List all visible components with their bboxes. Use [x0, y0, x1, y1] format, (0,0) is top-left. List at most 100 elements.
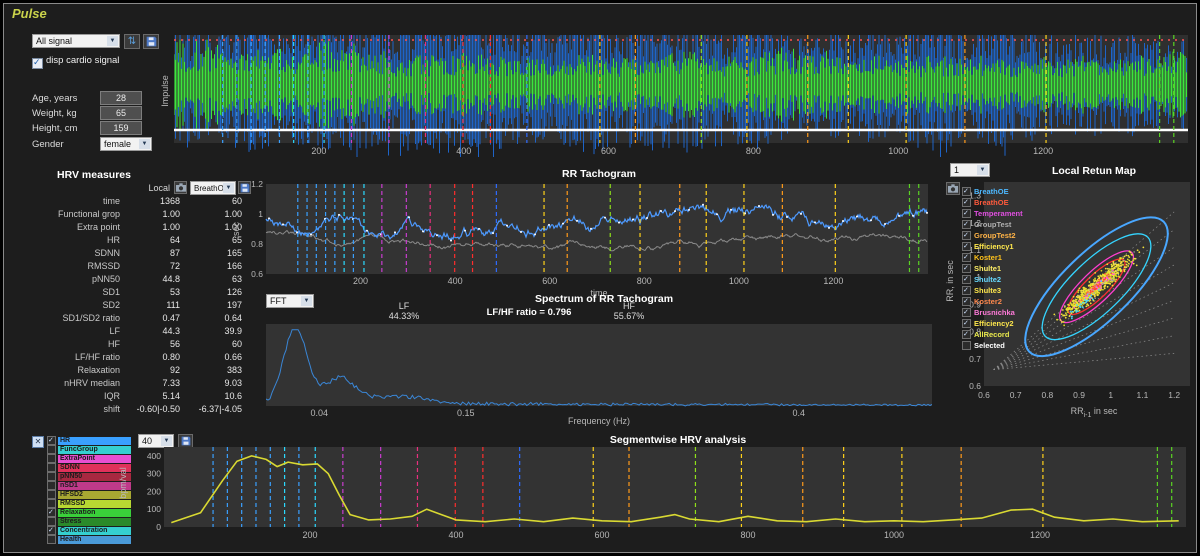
hrv-row-label: SD2 — [14, 300, 120, 313]
svg-text:0.8: 0.8 — [251, 239, 263, 249]
legend-checkbox[interactable] — [47, 535, 56, 544]
lf-value: 44.33% — [364, 311, 444, 321]
returnmap-legend-item[interactable]: Koster2 — [962, 296, 1052, 307]
returnmap-select[interactable]: 1 ▼ — [950, 163, 990, 177]
segment-legend-item[interactable]: HR — [47, 436, 131, 445]
returnmap-legend-item[interactable]: Brusnichka — [962, 307, 1052, 318]
height-field[interactable]: 159 — [100, 121, 142, 135]
returnmap-legend-item[interactable]: Efficiency2 — [962, 318, 1052, 329]
returnmap-legend: BreathOE BreathOE Temperament GroupTest … — [962, 186, 1052, 351]
spectrum-method-select[interactable]: FFT ▼ — [266, 294, 314, 308]
legend-checkbox[interactable] — [47, 499, 56, 508]
legend-label: RMSSD — [60, 500, 85, 507]
hrv-row: nHRV median 7.33 9.03 — [14, 378, 252, 391]
hrv-row-compare-value: 60 — [180, 339, 246, 352]
weight-field[interactable]: 65 — [100, 106, 142, 120]
hrv-row-label: SD1/SD2 ratio — [14, 313, 120, 326]
legend-checkbox[interactable] — [962, 330, 971, 339]
age-field[interactable]: 28 — [100, 91, 142, 105]
up-down-arrows-icon: ⇅ — [128, 37, 136, 47]
segment-legend-item[interactable]: Stress — [47, 517, 131, 526]
gender-select[interactable]: female ▼ — [100, 137, 152, 151]
legend-checkbox[interactable] — [47, 463, 56, 472]
hrv-row: time 1368 60 — [14, 196, 252, 209]
hrv-row: SDNN 87 165 — [14, 248, 252, 261]
returnmap-legend-item[interactable]: Koster1 — [962, 252, 1052, 263]
legend-checkbox[interactable] — [962, 231, 971, 240]
hrv-row-label: SDNN — [14, 248, 120, 261]
weight-label: Weight, kg — [32, 108, 77, 119]
legend-checkbox[interactable] — [962, 286, 971, 295]
segment-legend-item[interactable]: FuncGroup — [47, 445, 131, 454]
hrv-row-label: Extra point — [14, 222, 120, 235]
chevron-down-icon: ▼ — [107, 36, 118, 46]
svg-text:0.7: 0.7 — [1010, 390, 1022, 400]
returnmap-legend-item[interactable]: Shulte3 — [962, 285, 1052, 296]
save-signal-button[interactable] — [143, 34, 159, 49]
returnmap-legend-item[interactable]: Temperament — [962, 208, 1052, 219]
svg-text:0.7: 0.7 — [969, 354, 981, 364]
legend-label: Stress — [60, 518, 81, 525]
legend-checkbox[interactable] — [47, 517, 56, 526]
hrv-row: shift -0.60|-0.50 -6.37|-4.05 — [14, 404, 252, 417]
legend-checkbox[interactable] — [962, 198, 971, 207]
hrv-row-compare-value: 383 — [180, 365, 246, 378]
legend-checkbox[interactable] — [47, 508, 56, 517]
segment-master-checkbox[interactable]: ✕ — [32, 436, 44, 448]
legend-color-bar: HR — [58, 437, 131, 445]
returnmap-legend-item[interactable]: Efficiency1 — [962, 241, 1052, 252]
legend-checkbox[interactable] — [47, 526, 56, 535]
legend-checkbox[interactable] — [47, 472, 56, 481]
legend-checkbox[interactable] — [962, 275, 971, 284]
hrv-row-label: LF/HF ratio — [14, 352, 120, 365]
legend-checkbox[interactable] — [962, 308, 971, 317]
pulse-window: Pulse All signal ▼ ⇅ disp cardio signal … — [3, 3, 1197, 553]
hrv-row: Extra point 1.00 1.00 — [14, 222, 252, 235]
returnmap-x-axis-label: RRi-1 in sec — [1004, 406, 1184, 419]
legend-checkbox[interactable] — [962, 264, 971, 273]
legend-checkbox[interactable] — [47, 481, 56, 490]
save-icon — [146, 36, 157, 47]
hrv-row-local-value: 7.33 — [120, 378, 180, 391]
legend-label: Health — [60, 536, 81, 543]
svg-text:1.2: 1.2 — [251, 180, 263, 189]
legend-checkbox[interactable] — [962, 297, 971, 306]
returnmap-legend-item[interactable]: BreathOE — [962, 197, 1052, 208]
hrv-row-label: HR — [14, 235, 120, 248]
legend-checkbox[interactable] — [47, 490, 56, 499]
returnmap-legend-item[interactable]: Shulte1 — [962, 263, 1052, 274]
hrv-row-compare-value: 0.64 — [180, 313, 246, 326]
svg-text:200: 200 — [147, 486, 161, 496]
sort-signal-button[interactable]: ⇅ — [124, 34, 140, 49]
returnmap-select-value: 1 — [954, 165, 959, 175]
legend-checkbox[interactable] — [962, 187, 971, 196]
disp-cardio-checkbox[interactable] — [32, 58, 43, 69]
returnmap-legend-item[interactable]: AllRecord — [962, 329, 1052, 340]
legend-checkbox[interactable] — [962, 319, 971, 328]
legend-label: Concentration — [60, 527, 107, 534]
legend-checkbox[interactable] — [962, 253, 971, 262]
legend-checkbox[interactable] — [962, 220, 971, 229]
returnmap-legend-item[interactable]: Shulte2 — [962, 274, 1052, 285]
segment-legend-item[interactable]: Health — [47, 535, 131, 544]
legend-checkbox[interactable] — [47, 454, 56, 463]
compare-session-select[interactable]: BreathOE ▼ — [190, 181, 236, 195]
legend-checkbox[interactable] — [47, 445, 56, 454]
segment-legend-item[interactable]: Relaxation — [47, 508, 131, 517]
returnmap-legend-item[interactable]: GroupTest — [962, 219, 1052, 230]
segment-legend-item[interactable]: Concentration — [47, 526, 131, 535]
hrv-measures-title: HRV measures — [34, 169, 154, 181]
svg-text:1: 1 — [258, 209, 263, 219]
svg-text:1200: 1200 — [1033, 146, 1053, 156]
signal-select[interactable]: All signal ▼ — [32, 34, 120, 48]
returnmap-legend-item[interactable]: GroupTest2 — [962, 230, 1052, 241]
returnmap-legend-item[interactable]: BreathOE — [962, 186, 1052, 197]
camera-icon — [176, 183, 186, 192]
chevron-down-icon: ▼ — [139, 139, 150, 149]
returnmap-legend-item[interactable]: Selected — [962, 340, 1052, 351]
legend-checkbox[interactable] — [962, 341, 971, 350]
snapshot-local-button[interactable] — [174, 181, 187, 194]
legend-checkbox[interactable] — [962, 209, 971, 218]
legend-checkbox[interactable] — [47, 436, 56, 445]
legend-checkbox[interactable] — [962, 242, 971, 251]
